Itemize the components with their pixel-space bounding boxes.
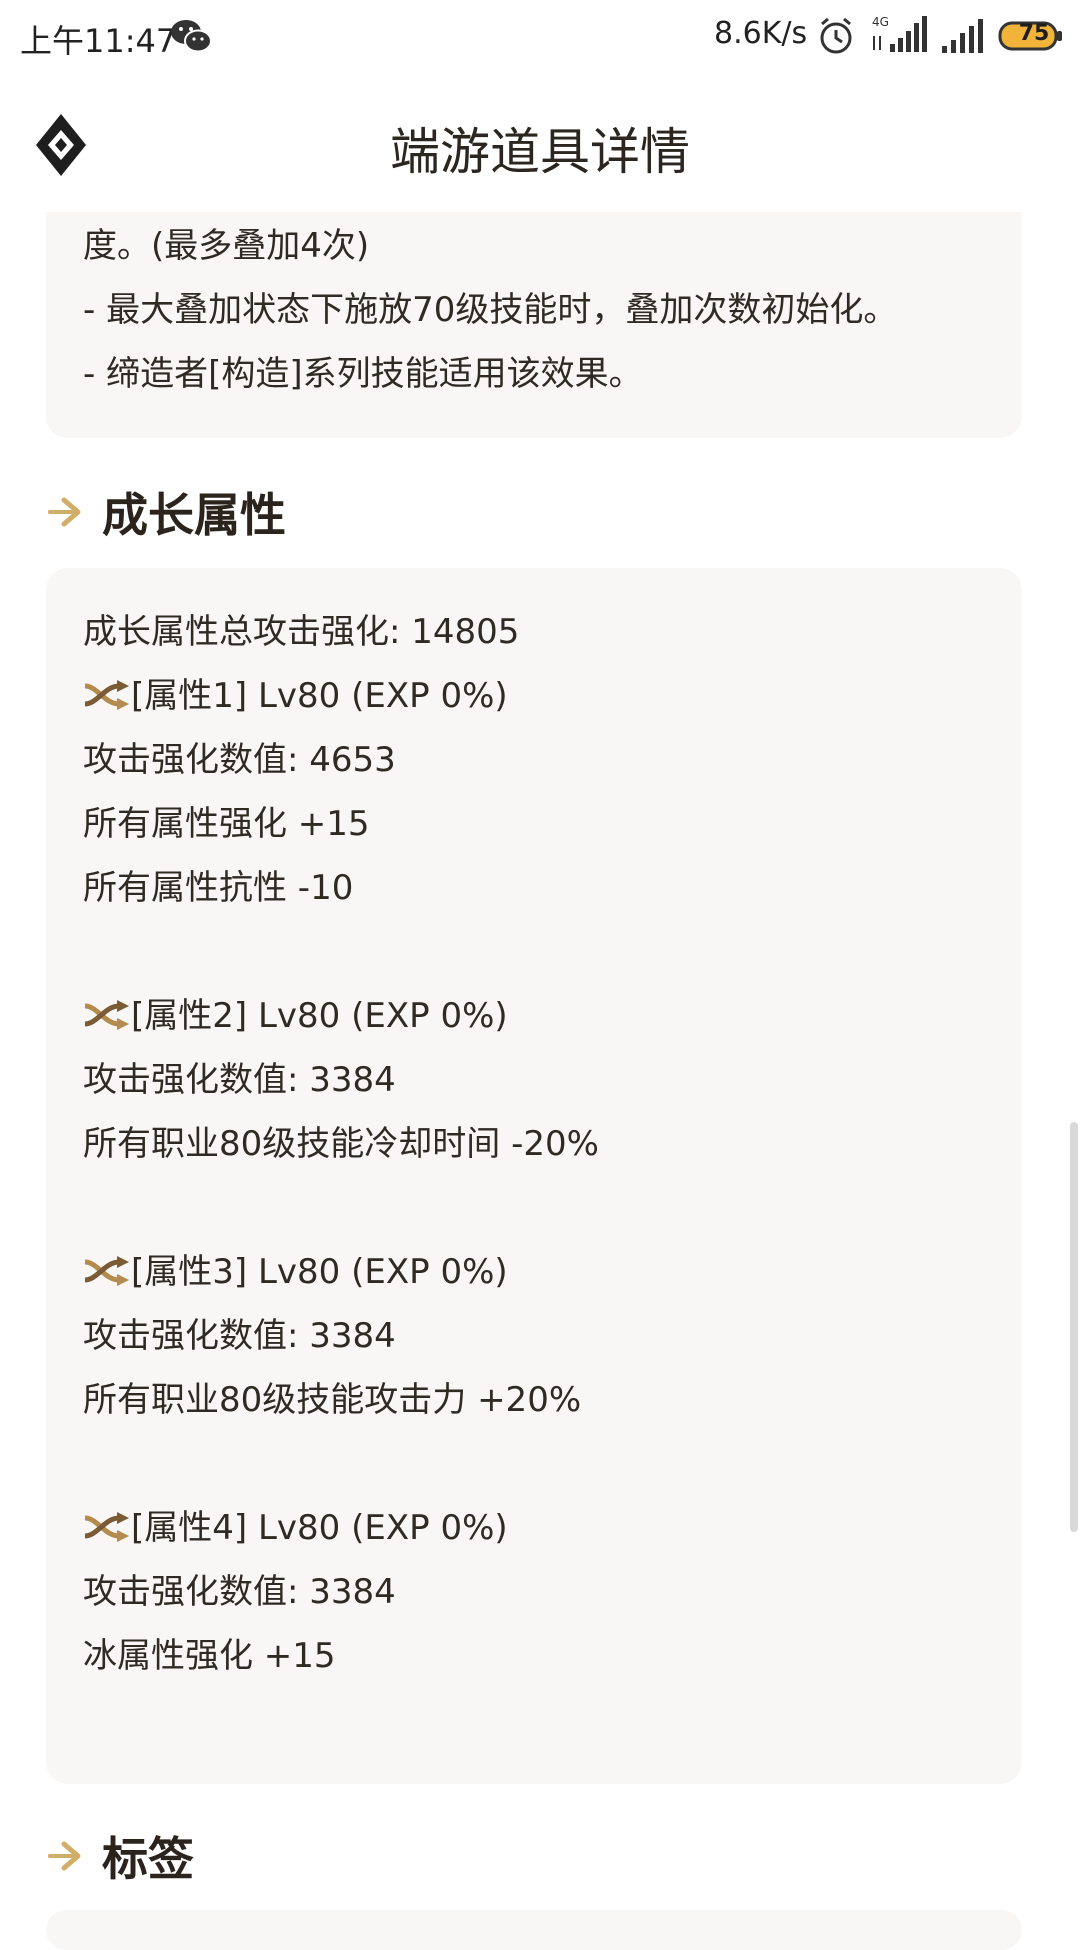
attribute-line: 所有属性强化 +15: [83, 804, 370, 844]
shuffle-icon: [84, 680, 129, 710]
attribute-header: [属性3] Lv80 (EXP 0%): [83, 1250, 508, 1294]
shuffle-icon: [84, 1256, 129, 1286]
battery-level: 75: [1018, 21, 1050, 46]
shuffle-icon: [84, 1512, 129, 1542]
attribute-header: [属性1] Lv80 (EXP 0%): [83, 674, 508, 718]
section-title: 成长属性: [102, 488, 286, 542]
network-speed: 8.6K/s: [714, 16, 808, 51]
wechat-icon: [171, 20, 212, 53]
attribute-line: 所有属性抗性 -10: [83, 868, 354, 908]
page-title: 端游道具详情: [390, 123, 690, 181]
attribute-title: [属性2] Lv80 (EXP 0%): [131, 996, 508, 1036]
section-header-growth: 成长属性: [46, 482, 286, 542]
description-line: - 缔造者[构造]系列技能适用该效果。: [83, 354, 643, 394]
section-title: 标签: [102, 1832, 194, 1886]
app-header: 端游道具详情: [0, 72, 1080, 212]
attribute-title: [属性4] Lv80 (EXP 0%): [131, 1508, 508, 1548]
attribute-line: 攻击强化数值: 3384: [83, 1060, 396, 1100]
growth-total: 成长属性总攻击强化: 14805: [83, 612, 520, 652]
tags-card: [46, 1910, 1022, 1950]
arrow-right-icon: [48, 1841, 81, 1871]
shuffle-icon: [84, 1000, 129, 1030]
scrollbar[interactable]: [1070, 1122, 1078, 1532]
status-time: 上午11:47: [20, 22, 177, 60]
status-bar: 上午11:47 8.6K/s 4G 75: [0, 0, 1080, 72]
attribute-title: [属性1] Lv80 (EXP 0%): [131, 676, 508, 716]
signal-4g-icon: 4G: [872, 15, 927, 52]
section-header-tags: 标签: [46, 1826, 194, 1886]
attribute-title: [属性3] Lv80 (EXP 0%): [131, 1252, 508, 1292]
attribute-line: 攻击强化数值: 3384: [83, 1572, 396, 1612]
attribute-line: 所有职业80级技能冷却时间 -20%: [83, 1124, 599, 1164]
description-line: 度。(最多叠加4次): [83, 226, 370, 266]
alarm-icon: [820, 17, 852, 54]
attribute-line: 攻击强化数值: 3384: [83, 1316, 396, 1356]
attribute-line: 冰属性强化 +15: [83, 1636, 336, 1676]
attribute-header: [属性2] Lv80 (EXP 0%): [83, 994, 508, 1038]
svg-text:4G: 4G: [872, 15, 889, 29]
attribute-header: [属性4] Lv80 (EXP 0%): [83, 1506, 508, 1550]
description-line: - 最大叠加状态下施放70级技能时，叠加次数初始化。: [83, 290, 898, 330]
signal-icon: [942, 19, 983, 53]
arrow-right-icon: [48, 497, 81, 527]
attribute-line: 所有职业80级技能攻击力 +20%: [83, 1380, 582, 1420]
attribute-line: 攻击强化数值: 4653: [83, 740, 396, 780]
